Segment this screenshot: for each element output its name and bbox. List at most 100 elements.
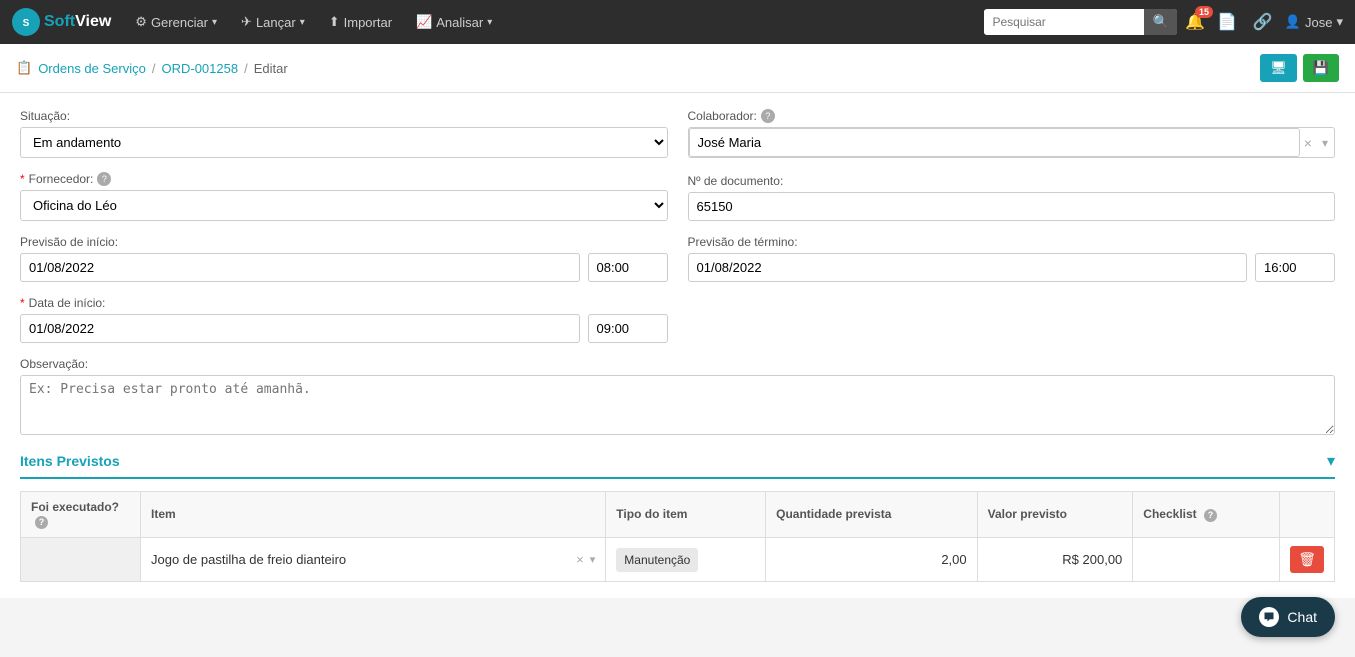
previsao-inicio-date-input[interactable] — [20, 253, 580, 282]
previsao-termino-date-input[interactable] — [688, 253, 1248, 282]
data-inicio-fields — [20, 314, 668, 343]
breadcrumb: 📋 Ordens de Serviço / ORD-001258 / Edita… — [16, 60, 288, 76]
form-row-1: Situação: Em andamento Concluído Cancela… — [20, 109, 1335, 158]
colaborador-label: Colaborador: ? — [688, 109, 1336, 123]
observacao-group: Observação: — [20, 357, 1335, 435]
n-documento-input[interactable] — [688, 192, 1336, 221]
chart-icon: 📈 — [416, 14, 432, 30]
nav-analisar[interactable]: 📈 Analisar ▾ — [406, 8, 502, 36]
itens-previstos-table: Foi executado? ? Item Tipo do item Quant… — [20, 491, 1335, 582]
itens-previstos-toggle[interactable]: ▾ — [1327, 451, 1335, 471]
chat-button[interactable]: Chat — [1241, 597, 1335, 637]
col-actions — [1280, 492, 1335, 538]
breadcrumb-order-link[interactable]: ORD-001258 — [161, 61, 238, 76]
navbar: S SoftView ⚙ Gerenciar ▾ ✈ Lançar ▾ ⬆ Im… — [0, 0, 1355, 44]
breadcrumb-parent-link[interactable]: Ordens de Serviço — [38, 61, 146, 76]
save-button[interactable]: 💾 — [1303, 54, 1339, 82]
item-text: Jogo de pastilha de freio dianteiro — [151, 552, 570, 567]
previsao-termino-label: Previsão de término: — [688, 235, 1336, 249]
search-input[interactable] — [984, 10, 1144, 34]
import-icon: ⬆ — [329, 14, 340, 30]
col-tipo: Tipo do item — [606, 492, 766, 538]
checklist-help-icon: ? — [1204, 509, 1217, 522]
table-body: Jogo de pastilha de freio dianteiro × ▾ … — [21, 537, 1335, 581]
gear-icon: ⚙ — [135, 14, 147, 30]
launch-icon: ✈ — [241, 14, 252, 30]
col-executado: Foi executado? ? — [21, 492, 141, 538]
fornecedor-help-icon: ? — [97, 172, 111, 186]
breadcrumb-bar: 📋 Ordens de Serviço / ORD-001258 / Edita… — [0, 44, 1355, 93]
notification-bell[interactable]: 🔔 15 — [1185, 12, 1205, 32]
nav-lancar[interactable]: ✈ Lançar ▾ — [231, 8, 315, 36]
colaborador-group: Colaborador: ? × ▾ — [688, 109, 1336, 158]
network-icon[interactable]: 🔗 — [1249, 8, 1277, 36]
user-menu[interactable]: 👤 Jose ▾ — [1285, 14, 1343, 30]
executado-help-icon: ? — [35, 516, 48, 529]
nav-gerenciar[interactable]: ⚙ Gerenciar ▾ — [125, 8, 227, 36]
previsao-termino-fields — [688, 253, 1336, 282]
previsao-inicio-fields — [20, 253, 668, 282]
view-button[interactable]: 🖥 — [1260, 54, 1297, 82]
previsao-termino-group: Previsão de término: — [688, 235, 1336, 282]
breadcrumb-separator: / — [152, 61, 156, 76]
chevron-down-icon: ▾ — [487, 17, 492, 28]
situacao-select[interactable]: Em andamento Concluído Cancelado Pendent… — [20, 127, 668, 158]
nav-importar[interactable]: ⬆ Importar — [319, 8, 402, 36]
col-checklist: Checklist ? — [1133, 492, 1280, 538]
item-dropdown-button[interactable]: ▾ — [590, 553, 596, 566]
col-valor: Valor previsto — [977, 492, 1133, 538]
svg-text:S: S — [23, 18, 30, 29]
colaborador-select-container: × ▾ — [688, 127, 1336, 158]
notification-badge: 15 — [1195, 6, 1213, 18]
tipo-badge: Manutenção — [616, 548, 698, 572]
data-inicio-label: * Data de início: — [20, 296, 668, 310]
brand-logo: S — [12, 8, 40, 36]
table-row: Jogo de pastilha de freio dianteiro × ▾ … — [21, 537, 1335, 581]
colaborador-help-icon: ? — [761, 109, 775, 123]
user-icon: 👤 — [1285, 14, 1301, 30]
item-cell: Jogo de pastilha de freio dianteiro × ▾ — [151, 552, 595, 567]
col-item: Item — [141, 492, 606, 538]
td-delete: 🗑 — [1280, 537, 1335, 581]
n-documento-label: Nº de documento: — [688, 174, 1336, 188]
situacao-label: Situação: — [20, 109, 668, 123]
previsao-inicio-time-input[interactable] — [588, 253, 668, 282]
td-item: Jogo de pastilha de freio dianteiro × ▾ — [141, 537, 606, 581]
chevron-down-icon: ▾ — [212, 17, 217, 28]
colaborador-dropdown-button[interactable]: ▾ — [1316, 136, 1334, 150]
breadcrumb-actions: 🖥 💾 — [1260, 54, 1339, 82]
data-inicio-time-input[interactable] — [588, 314, 668, 343]
breadcrumb-current: Editar — [254, 61, 288, 76]
brand-text: SoftView — [44, 13, 111, 31]
brand: S SoftView — [12, 8, 111, 36]
previsao-inicio-group: Previsão de início: — [20, 235, 668, 282]
td-quantidade: 2,00 — [766, 537, 978, 581]
home-icon: 📋 — [16, 60, 32, 76]
col-quantidade: Quantidade prevista — [766, 492, 978, 538]
td-executado — [21, 537, 141, 581]
chevron-down-icon: ▾ — [300, 17, 305, 28]
document-icon[interactable]: 📄 — [1213, 8, 1241, 36]
item-clear-button[interactable]: × — [576, 552, 584, 567]
colaborador-clear-button[interactable]: × — [1300, 135, 1316, 151]
td-valor: R$ 200,00 — [977, 537, 1133, 581]
itens-previstos-header: Itens Previstos ▾ — [20, 451, 1335, 479]
search-button[interactable]: 🔍 — [1144, 9, 1177, 35]
observacao-label: Observação: — [20, 357, 1335, 371]
colaborador-input[interactable] — [689, 128, 1300, 157]
previsao-termino-time-input[interactable] — [1255, 253, 1335, 282]
fornecedor-select[interactable]: Oficina do Léo — [20, 190, 668, 221]
navbar-right: 🔍 🔔 15 📄 🔗 👤 Jose ▾ — [984, 8, 1343, 36]
situacao-group: Situação: Em andamento Concluído Cancela… — [20, 109, 668, 158]
breadcrumb-separator-2: / — [244, 61, 248, 76]
form-row-4: * Data de início: — [20, 296, 1335, 343]
td-checklist — [1133, 537, 1280, 581]
data-inicio-group: * Data de início: — [20, 296, 668, 343]
fornecedor-group: * Fornecedor: ? Oficina do Léo — [20, 172, 668, 221]
previsao-inicio-label: Previsão de início: — [20, 235, 668, 249]
delete-row-button[interactable]: 🗑 — [1290, 546, 1324, 573]
n-documento-group: Nº de documento: — [688, 174, 1336, 221]
fornecedor-label: * Fornecedor: ? — [20, 172, 668, 186]
observacao-textarea[interactable] — [20, 375, 1335, 435]
data-inicio-date-input[interactable] — [20, 314, 580, 343]
